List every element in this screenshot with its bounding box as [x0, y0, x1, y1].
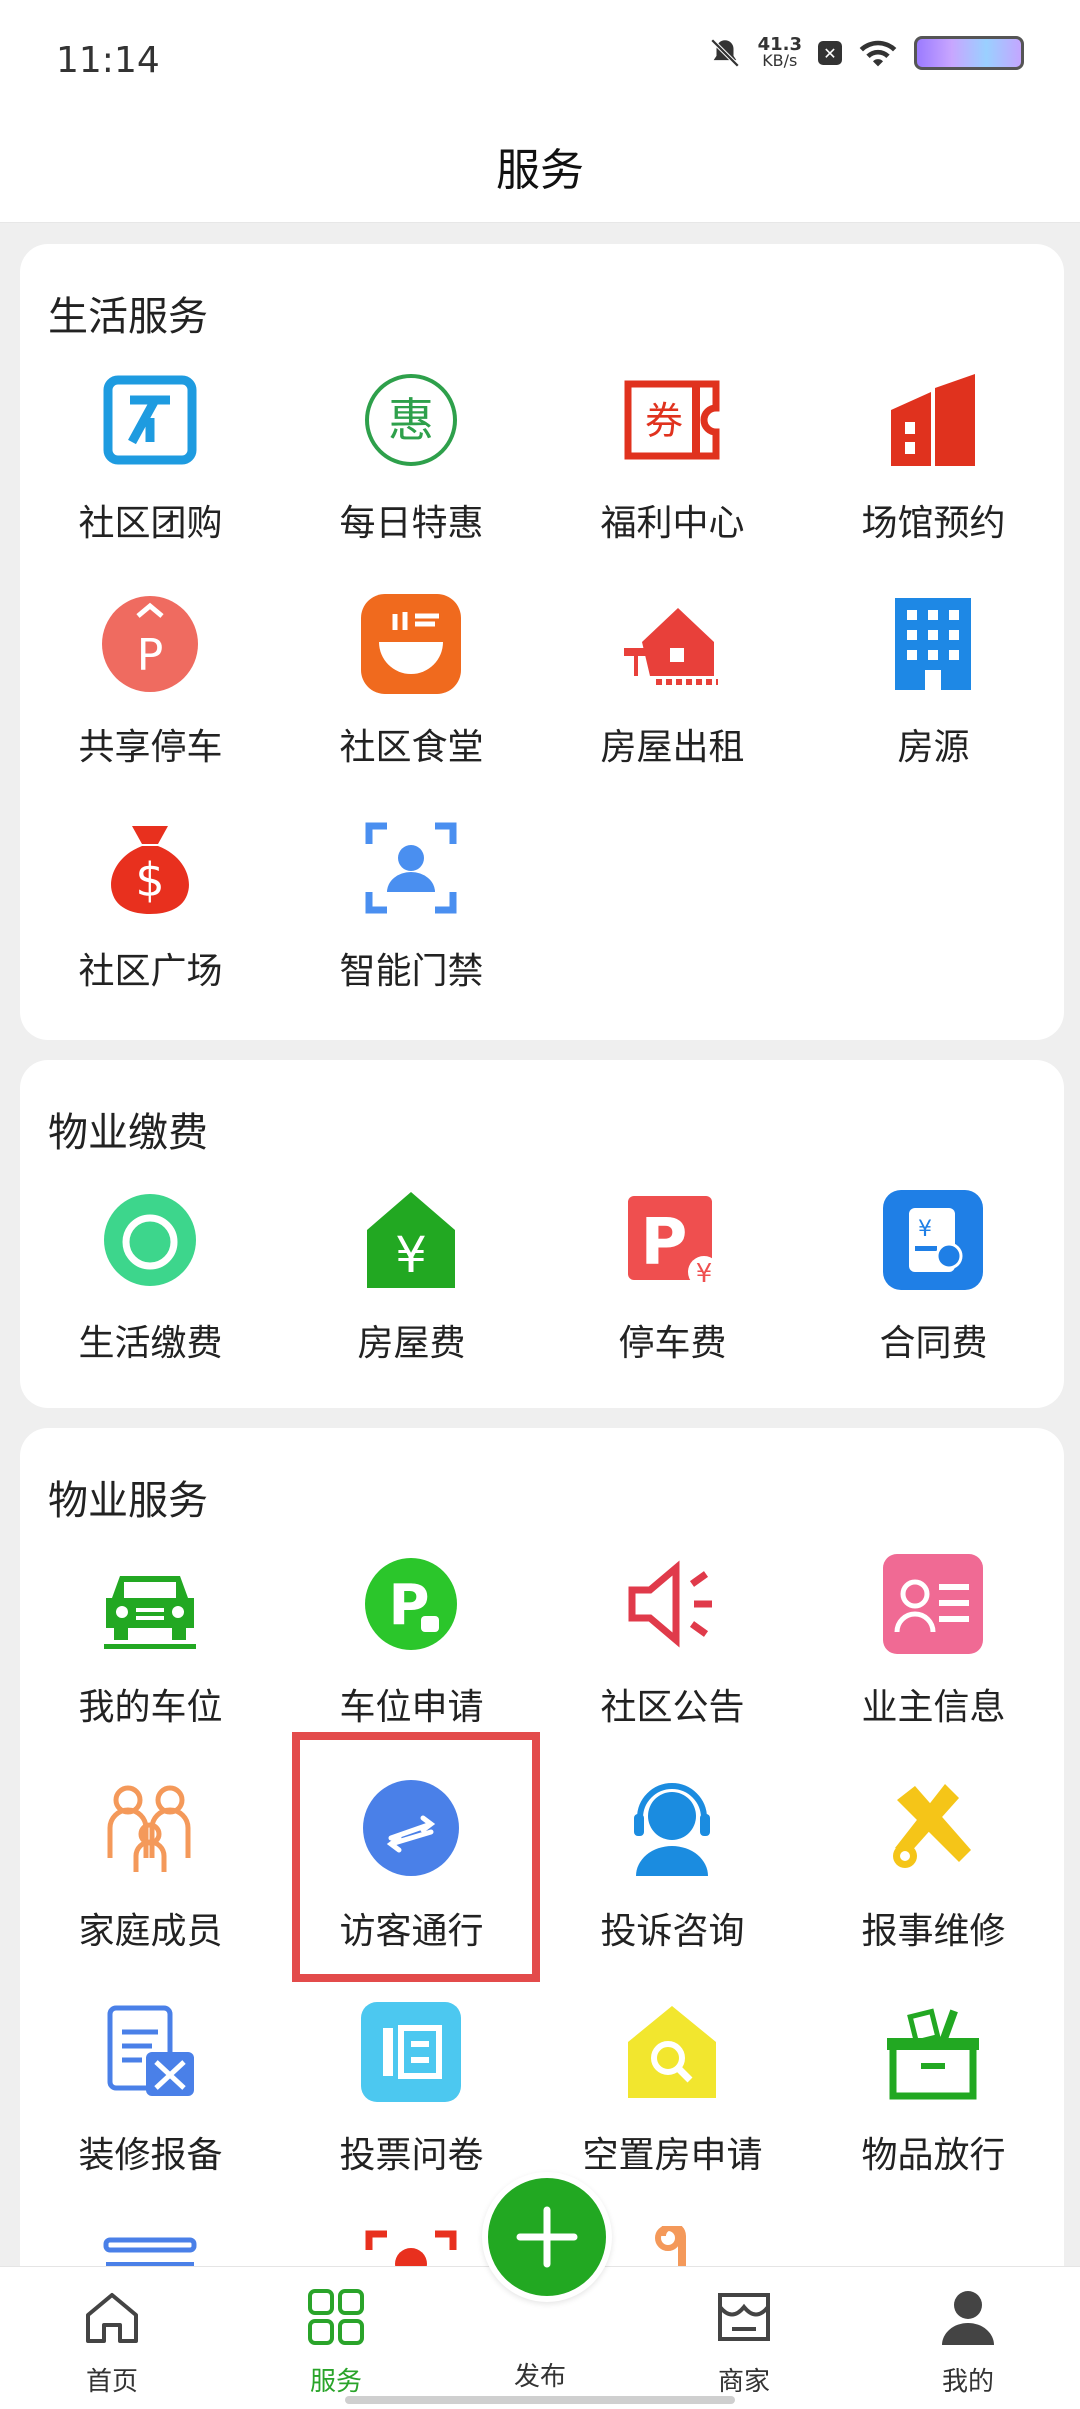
svg-text:P: P [137, 630, 164, 681]
tile-smart-access[interactable]: 智能门禁 [281, 808, 542, 1018]
home-indicator [345, 2396, 735, 2404]
home-icon [86, 2293, 138, 2343]
tile-my-parking-space[interactable]: 我的车位 [20, 1544, 281, 1754]
parking-icon: P [102, 596, 198, 692]
tile-owner-info[interactable]: 业主信息 [803, 1544, 1064, 1754]
tile-daily-deals[interactable]: 惠 每日特惠 [281, 360, 542, 570]
deals-icon: 惠 [365, 374, 457, 466]
status-bar: 11:14 41.3 KB/s ✕ [0, 0, 1080, 120]
tile-renovation-filing[interactable]: 装修报备 [20, 1992, 281, 2202]
tile-community-notice[interactable]: 社区公告 [542, 1544, 803, 1754]
voting-icon [361, 2002, 461, 2102]
contract-icon: ¥ [883, 1190, 983, 1290]
face-scan-icon [365, 822, 457, 914]
house-rent-icon [624, 608, 718, 685]
svg-text:$: $ [135, 853, 164, 907]
title-bar: 服务 [0, 120, 1080, 223]
tile-repair[interactable]: 报事维修 [803, 1768, 1064, 1978]
user-icon [942, 2291, 994, 2345]
grid-icon [308, 2289, 364, 2345]
house-yuan-icon: ¥ [367, 1192, 455, 1288]
life-services-card: 生活服务 社区团购 惠 每日特惠 券 福利中心 场馆预约 P 共享停车 社区食堂… [20, 244, 1064, 1040]
tile-house-rent[interactable]: 房屋出租 [542, 584, 803, 794]
parking-fee-icon: P ¥ [628, 1196, 720, 1289]
tile-vacant-house[interactable]: 空置房申请 [542, 1992, 803, 2202]
nav-services[interactable]: 服务 [236, 2285, 436, 2405]
group-buy-icon [103, 375, 197, 465]
tile-utility-payment[interactable]: 生活缴费 [20, 1180, 281, 1390]
section-title: 物业服务 [48, 1478, 208, 1524]
parking-apply-icon: P [365, 1558, 457, 1650]
highlight-box [292, 1732, 540, 1982]
renovation-icon [107, 2005, 194, 2096]
tools-icon [893, 1784, 971, 1868]
svg-text:P: P [641, 1206, 688, 1280]
vacant-house-icon [628, 2006, 716, 2098]
building-icon [891, 374, 975, 466]
nav-home[interactable]: 首页 [12, 2285, 212, 2405]
utility-icon [104, 1194, 196, 1286]
tile-parking-application[interactable]: P 车位申请 [281, 1544, 542, 1754]
svg-text:¥: ¥ [395, 1226, 427, 1284]
tile-venue-booking[interactable]: 场馆预约 [803, 360, 1064, 570]
tile-item-release[interactable]: 物品放行 [803, 1992, 1064, 2202]
store-icon [718, 2293, 770, 2341]
page-title: 服务 [496, 145, 584, 196]
headset-icon [634, 1783, 710, 1876]
money-bag-icon: $ [111, 826, 189, 914]
publish-button[interactable] [482, 2172, 612, 2302]
tile-shared-parking[interactable]: P 共享停车 [20, 584, 281, 794]
mute-bell-icon [710, 38, 739, 68]
plus-icon [516, 2206, 578, 2268]
section-title: 物业缴费 [48, 1110, 208, 1156]
tile-welfare-center[interactable]: 券 福利中心 [542, 360, 803, 570]
tile-family-members[interactable]: 家庭成员 [20, 1768, 281, 1978]
car-icon [104, 1576, 196, 1649]
svg-text:惠: 惠 [388, 393, 434, 447]
tile-parking-fee[interactable]: P ¥ 停车费 [542, 1180, 803, 1390]
family-icon [107, 1785, 191, 1872]
tile-voting[interactable]: 投票问卷 [281, 1992, 542, 2202]
publish-label: 发布 [513, 2362, 566, 2392]
tile-complaint[interactable]: 投诉咨询 [542, 1768, 803, 1978]
bowl-icon [361, 594, 461, 694]
battery-icon [914, 36, 1024, 70]
apartment-icon [895, 598, 971, 690]
property-fee-card: 物业缴费 生活缴费 ¥ 房屋费 P ¥ 停车费 ¥ 合同费 [20, 1060, 1064, 1408]
network-speed: 41.3 KB/s [757, 34, 802, 70]
nav-mine[interactable]: 我的 [868, 2285, 1068, 2405]
nav-merchants[interactable]: 商家 [644, 2285, 844, 2405]
status-icons: 41.3 KB/s ✕ [708, 36, 1024, 70]
section-title: 生活服务 [48, 294, 208, 340]
svg-text:券: 券 [645, 399, 683, 443]
notification-x-icon: ✕ [818, 41, 842, 65]
svg-text:¥: ¥ [696, 1259, 713, 1289]
speaker-icon [628, 1560, 712, 1648]
svg-text:¥: ¥ [918, 1217, 932, 1242]
tile-community-square[interactable]: $ 社区广场 [20, 808, 281, 1018]
tile-canteen[interactable]: 社区食堂 [281, 584, 542, 794]
wifi-icon [859, 40, 897, 67]
id-card-icon [883, 1554, 983, 1654]
basket-icon [887, 2008, 979, 2100]
tile-house-fee[interactable]: ¥ 房屋费 [281, 1180, 542, 1390]
status-time: 11:14 [56, 40, 160, 81]
coupon-icon: 券 [624, 380, 720, 460]
tile-listings[interactable]: 房源 [803, 584, 1064, 794]
tile-group-buy[interactable]: 社区团购 [20, 360, 281, 570]
tile-contract-fee[interactable]: ¥ 合同费 [803, 1180, 1064, 1390]
